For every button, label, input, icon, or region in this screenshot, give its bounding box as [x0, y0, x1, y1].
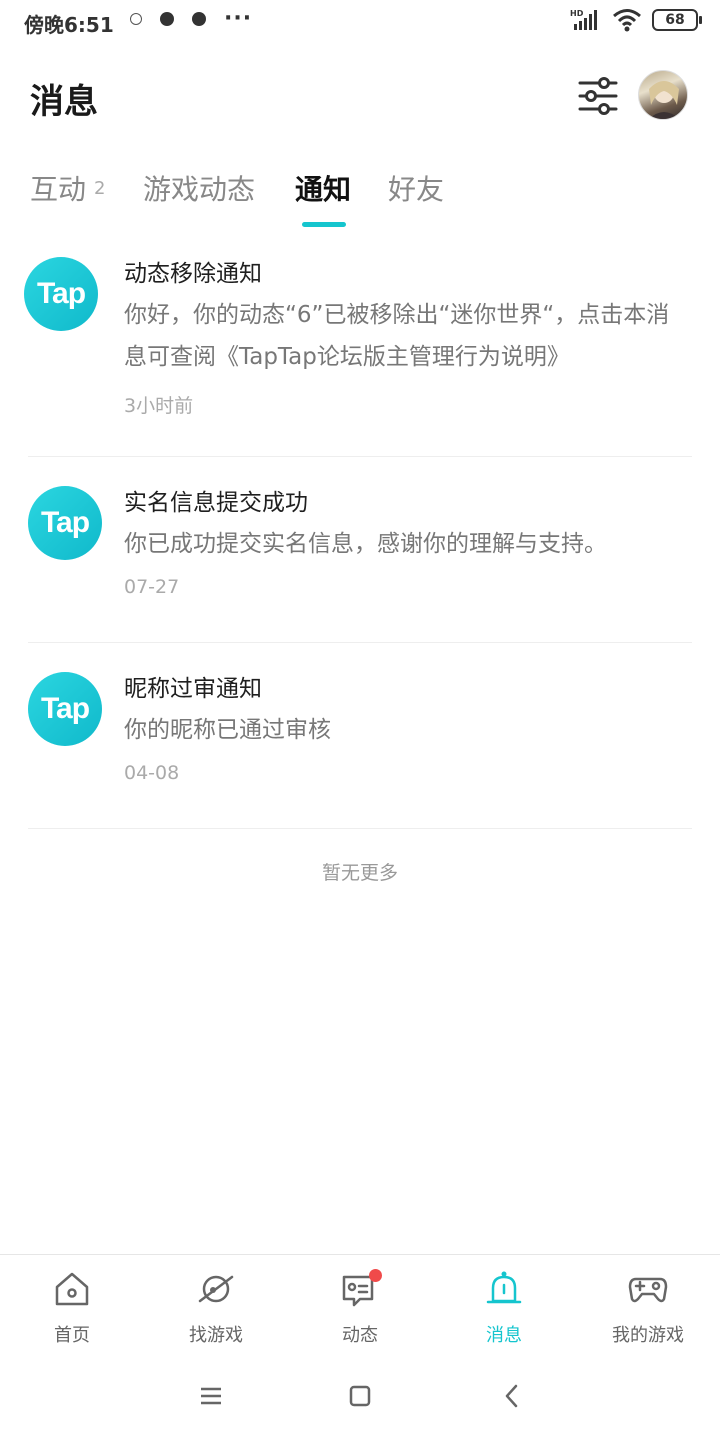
message-tabs: 互动 2 游戏动态 通知 好友: [0, 160, 720, 230]
battery-indicator: 68: [652, 9, 702, 31]
notification-time: 04-08: [124, 762, 180, 784]
taptap-logo-icon: Tap: [28, 672, 102, 746]
notification-content: 昵称过审通知 你的昵称已通过审核 04-08: [124, 673, 692, 787]
notification-text: 你的昵称已通过审核: [124, 717, 331, 743]
home-square-icon[interactable]: [345, 1381, 375, 1411]
list-item[interactable]: Tap 动态移除通知 你好，你的动态“6”已被移除出“迷你世界“，点击本消息可查…: [24, 240, 692, 457]
active-tab-indicator: [302, 222, 346, 227]
taptap-logo-icon: Tap: [24, 257, 98, 331]
tab-label: 互动: [30, 173, 87, 206]
svg-text:HD: HD: [570, 9, 584, 18]
nav-item-my-games[interactable]: 我的游戏: [576, 1255, 720, 1355]
app-notification-icon: [192, 12, 206, 26]
no-more-text: 暂无更多: [321, 862, 398, 884]
app-notification-icon: [130, 13, 142, 25]
signal-icon: HD: [570, 9, 597, 30]
planet-icon: [198, 1275, 234, 1303]
tab-label: 好友: [388, 173, 445, 206]
system-nav-bar: [0, 1355, 720, 1440]
unread-badge: [369, 1269, 382, 1282]
nav-item-home[interactable]: 首页: [0, 1255, 144, 1355]
nav-label: 首页: [54, 1325, 90, 1346]
notification-title: 实名信息提交成功: [124, 490, 308, 516]
list-item[interactable]: Tap 昵称过审通知 你的昵称已通过审核 04-08: [28, 643, 692, 829]
bell-icon: [486, 1271, 522, 1304]
taptap-logo-icon: Tap: [28, 486, 102, 560]
gamepad-icon: [628, 1277, 668, 1303]
tab-interactions[interactable]: 互动 2: [30, 168, 105, 208]
filter-settings-icon[interactable]: [576, 74, 620, 118]
tab-count-badge: 2: [94, 178, 106, 199]
status-right: HD 68: [570, 8, 702, 32]
tab-notifications[interactable]: 通知: [295, 168, 351, 208]
status-notifications: ···: [130, 6, 253, 31]
tab-label: 游戏动态: [143, 173, 256, 206]
bottom-nav: 首页 找游戏 动态 消息 我的游戏: [0, 1254, 720, 1354]
nav-item-feed[interactable]: 动态: [288, 1255, 432, 1355]
page-header: 消息: [0, 60, 720, 132]
nav-item-messages[interactable]: 消息: [432, 1255, 576, 1355]
nav-label: 找游戏: [189, 1325, 243, 1346]
wifi-icon: [613, 9, 641, 32]
status-time: 傍晚6:51: [24, 13, 114, 37]
notification-title: 昵称过审通知: [124, 676, 262, 702]
nav-label: 动态: [342, 1325, 378, 1346]
notification-list: Tap 动态移除通知 你好，你的动态“6”已被移除出“迷你世界“，点击本消息可查…: [0, 240, 720, 829]
notification-text: 你已成功提交实名信息，感谢你的理解与支持。: [124, 531, 607, 557]
app-notification-icon: [160, 12, 174, 26]
notification-title: 动态移除通知: [124, 261, 262, 287]
tab-game-updates[interactable]: 游戏动态: [143, 168, 255, 208]
status-bar: 傍晚6:51 ··· HD 68: [0, 0, 720, 44]
back-chevron-icon[interactable]: [497, 1381, 527, 1411]
tab-label: 通知: [295, 173, 352, 206]
notification-time: 3小时前: [124, 395, 194, 417]
notification-time: 07-27: [124, 576, 180, 598]
nav-item-find-games[interactable]: 找游戏: [144, 1255, 288, 1355]
notification-text: 你好，你的动态“6”已被移除出“迷你世界“，点击本消息可查阅《TapTap论坛版…: [124, 302, 670, 370]
home-icon: [55, 1272, 89, 1306]
menu-icon[interactable]: [196, 1381, 226, 1411]
tab-friends[interactable]: 好友: [388, 168, 444, 208]
nav-label: 消息: [486, 1325, 522, 1346]
list-item[interactable]: Tap 实名信息提交成功 你已成功提交实名信息，感谢你的理解与支持。 07-27: [28, 457, 692, 643]
user-avatar[interactable]: [638, 70, 688, 120]
notification-content: 实名信息提交成功 你已成功提交实名信息，感谢你的理解与支持。 07-27: [124, 487, 692, 601]
more-notifications-icon: ···: [224, 6, 253, 31]
page-title: 消息: [30, 82, 98, 122]
avatar-image: [649, 81, 679, 119]
notification-content: 动态移除通知 你好，你的动态“6”已被移除出“迷你世界“，点击本消息可查阅《Ta…: [124, 258, 692, 420]
nav-label: 我的游戏: [612, 1325, 684, 1346]
